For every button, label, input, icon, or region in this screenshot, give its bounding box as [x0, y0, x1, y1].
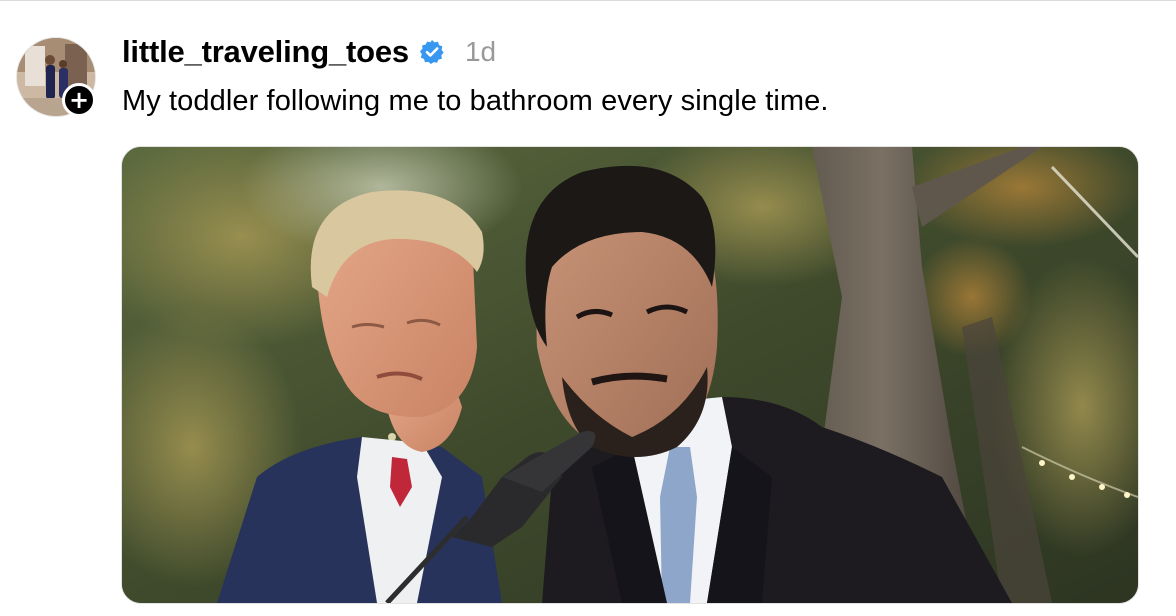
post-header: little_traveling_toes 1d: [122, 30, 496, 74]
timestamp: 1d: [464, 36, 497, 67]
post-image[interactable]: [121, 146, 1139, 604]
post: + little_traveling_toes 1d My toddler fo…: [0, 0, 1176, 616]
verified-badge-icon: [419, 39, 445, 65]
post-caption: My toddler following me to bathroom ever…: [122, 85, 829, 117]
username[interactable]: little_traveling_toes: [122, 34, 409, 70]
follow-plus-icon[interactable]: +: [62, 83, 96, 117]
post-photo: [122, 147, 1138, 603]
avatar-container[interactable]: +: [16, 37, 96, 117]
